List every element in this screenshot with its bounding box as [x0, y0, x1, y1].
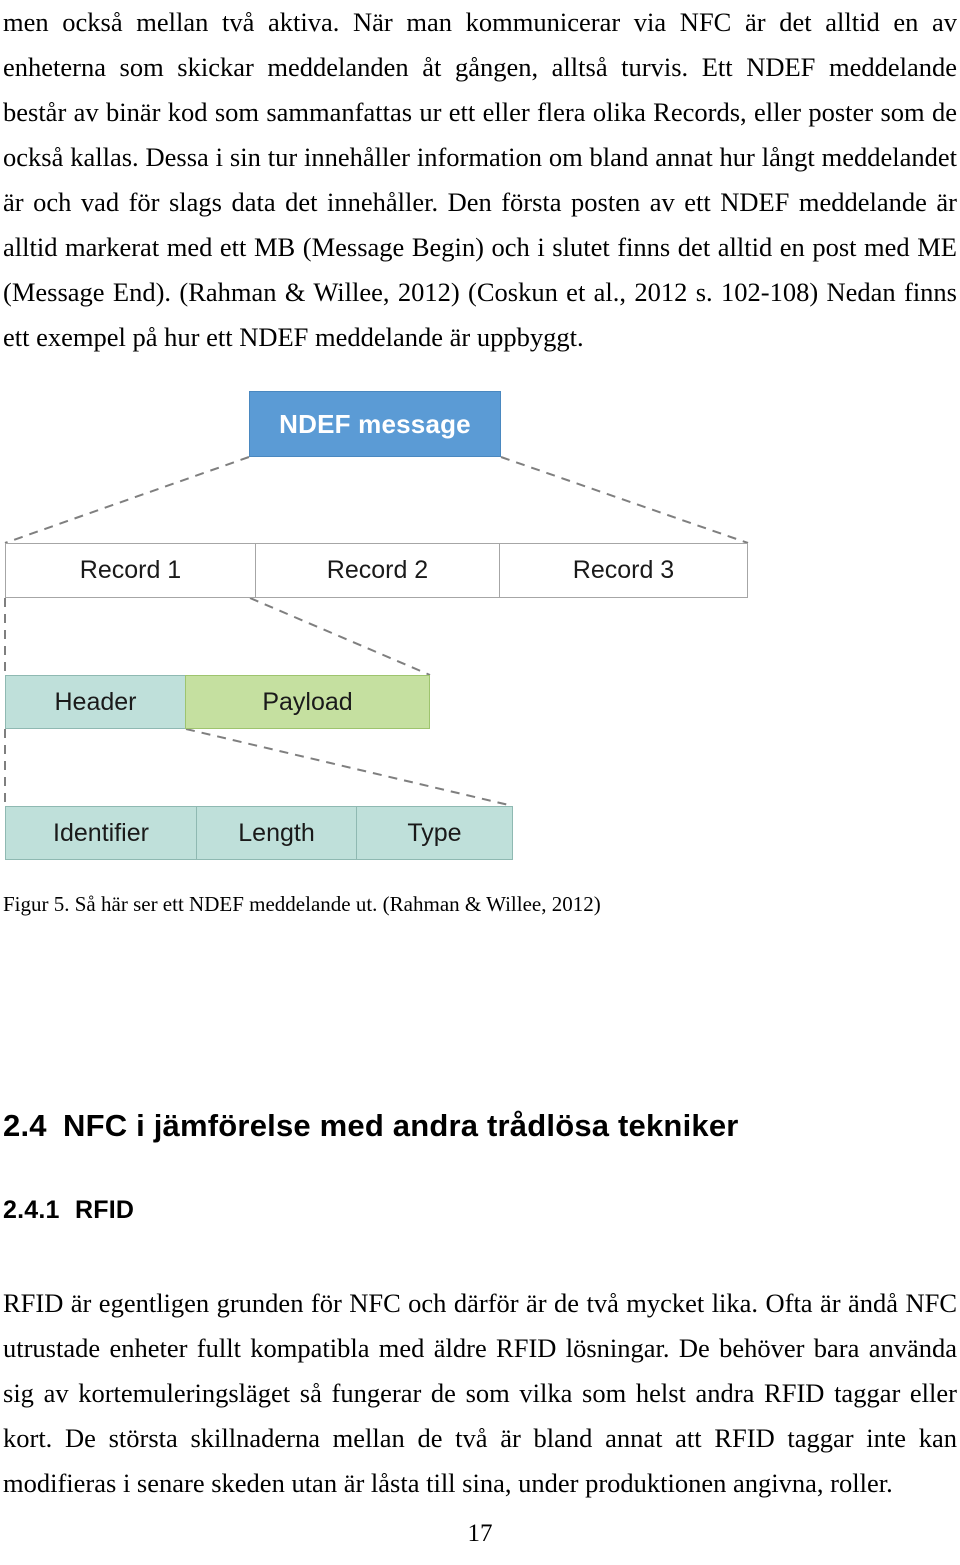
- section-heading: 2.4 NFC i jämförelse med andra trådlösa t…: [3, 1108, 739, 1144]
- record-detail-row: Header Payload: [5, 675, 430, 729]
- header-detail-row: Identifier Length Type: [5, 806, 513, 860]
- subsection-heading-title: RFID: [75, 1196, 135, 1224]
- figure-ndef-message-structure: NDEF message Record 1 Record 2 Record 3 …: [0, 385, 790, 870]
- page-number: 17: [467, 1520, 493, 1547]
- section-heading-number: 2.4: [3, 1108, 47, 1143]
- payload-cell: Payload: [185, 675, 430, 729]
- figure-connector-lines: [4, 456, 749, 807]
- subsection-heading: 2.4.1 RFID: [3, 1196, 134, 1225]
- paragraph-rfid-description: RFID är egentligen grunden för NFC och d…: [3, 1288, 957, 1498]
- subsection-heading-number: 2.4.1: [3, 1196, 60, 1224]
- record-cell-1: Record 1: [5, 543, 256, 598]
- figure-caption: Figur 5. Så här ser ett NDEF meddelande …: [3, 892, 601, 916]
- record-cell-3: Record 3: [499, 543, 748, 598]
- header-cell: Header: [5, 675, 186, 729]
- section-heading-title: NFC i jämförelse med andra trådlösa tekn…: [63, 1108, 739, 1143]
- type-cell: Type: [356, 806, 513, 860]
- paragraph-ndef-description: men också mellan två aktiva. När man kom…: [3, 7, 957, 352]
- document-page: men också mellan två aktiva. När man kom…: [0, 0, 960, 1565]
- length-cell: Length: [196, 806, 357, 860]
- ndef-message-box: NDEF message: [249, 391, 501, 457]
- record-cell-2: Record 2: [255, 543, 500, 598]
- identifier-cell: Identifier: [5, 806, 197, 860]
- record-row: Record 1 Record 2 Record 3: [5, 543, 748, 598]
